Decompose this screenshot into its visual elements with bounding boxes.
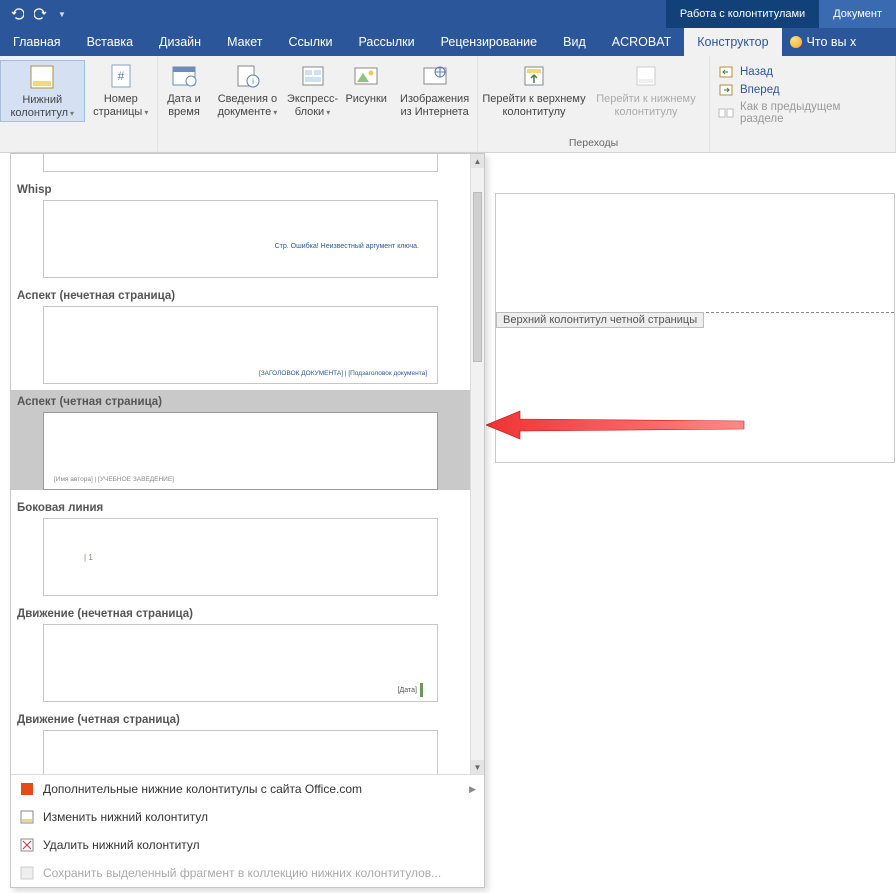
gallery-item-preview: | 1	[43, 518, 438, 596]
goto-footer-button[interactable]: Перейти к нижнему колонтитулу	[590, 60, 702, 120]
gallery-item[interactable]: Движение (четная страница)[Дата]	[11, 708, 470, 774]
gallery-footer: Дополнительные нижние колонтитулы с сайт…	[11, 774, 484, 887]
tab-home[interactable]: Главная	[0, 28, 74, 56]
tab-references[interactable]: Ссылки	[275, 28, 345, 56]
gallery-item[interactable]: Аспект (четная страница)[Имя автора] | […	[11, 390, 470, 490]
header-label: Верхний колонтитул четной страницы	[496, 312, 704, 328]
document-page: Верхний колонтитул четной страницы	[495, 193, 895, 463]
titlebar: ▼ Работа с колонтитулами Документ	[0, 0, 896, 28]
svg-text:#: #	[117, 69, 124, 83]
delete-footer-icon	[19, 837, 35, 853]
tab-insert[interactable]: Вставка	[74, 28, 146, 56]
tab-acrobat[interactable]: ACROBAT	[599, 28, 685, 56]
page-number-button[interactable]: # Номер страницы▾	[85, 60, 157, 120]
gallery-item-title: Аспект (четная страница)	[13, 390, 468, 412]
gallery-item[interactable]: Аспект (нечетная страница)[ЗАГОЛОВОК ДОК…	[11, 284, 470, 384]
gallery-item-preview: [Дата]	[43, 730, 438, 774]
gallery-item[interactable]: WhispСтр. Ошибка! Неизвестный аргумент к…	[11, 178, 470, 278]
qat-dropdown-icon[interactable]: ▼	[58, 10, 66, 19]
edit-footer[interactable]: Изменить нижний колонтитул	[11, 803, 484, 831]
gallery-item-title: Whisp	[13, 178, 468, 200]
gallery-item-preview: [Имя автора] | [УЧЕБНОЕ ЗАВЕДЕНИЕ]	[43, 412, 438, 490]
gallery-item-title: Движение (нечетная страница)	[13, 602, 468, 624]
footer-icon	[26, 63, 58, 91]
back-icon	[718, 65, 734, 79]
gallery-item-title: Аспект (нечетная страница)	[13, 284, 468, 306]
save-icon	[19, 865, 35, 881]
gallery-item-title: Боковая линия	[13, 496, 468, 518]
ribbon-tabs: Главная Вставка Дизайн Макет Ссылки Расс…	[0, 28, 896, 56]
footer-gallery: WhispСтр. Ошибка! Неизвестный аргумент к…	[10, 153, 485, 888]
goto-footer-icon	[630, 62, 662, 90]
tab-constructor[interactable]: Конструктор	[684, 28, 781, 56]
page-number-icon: #	[105, 62, 137, 90]
delete-footer[interactable]: Удалить нижний колонтитул	[11, 831, 484, 859]
as-previous-button: Как в предыдущем разделе	[716, 100, 889, 126]
workspace: Верхний колонтитул четной страницы Whisp…	[0, 153, 896, 893]
nav-forward-button[interactable]: Вперед	[716, 82, 889, 98]
footer-button[interactable]: Нижний колонтитул▾	[0, 60, 85, 122]
link-icon	[718, 106, 734, 120]
scroll-thumb[interactable]	[473, 192, 482, 362]
office-icon	[19, 781, 35, 797]
goto-header-button[interactable]: Перейти к верхнему колонтитулу	[478, 60, 590, 120]
redo-icon[interactable]	[34, 7, 48, 21]
gallery-item[interactable]: Боковая линия| 1	[11, 496, 470, 596]
gallery-item-title: Движение (четная страница)	[13, 708, 468, 730]
doc-info-icon: i	[231, 62, 263, 90]
pictures-button[interactable]: Рисунки	[340, 60, 392, 108]
bulb-icon	[790, 36, 802, 48]
date-time-button[interactable]: Дата и время	[158, 60, 210, 120]
chevron-right-icon: ▶	[469, 784, 476, 795]
scroll-down-icon[interactable]: ▼	[471, 760, 484, 774]
tab-mailings[interactable]: Рассылки	[345, 28, 427, 56]
forward-icon	[718, 83, 734, 97]
ribbon: Нижний колонтитул▾ # Номер страницы▾ Дат…	[0, 56, 896, 153]
scroll-up-icon[interactable]: ▲	[471, 154, 484, 168]
nav-group-label: Переходы	[478, 135, 709, 152]
document-tab: Документ	[819, 0, 896, 28]
more-footers-online[interactable]: Дополнительные нижние колонтитулы с сайт…	[11, 775, 484, 803]
contextual-tab-header-footer: Работа с колонтитулами	[666, 0, 819, 28]
goto-header-icon	[518, 62, 550, 90]
calendar-icon	[168, 62, 200, 90]
gallery-item[interactable]: Движение (нечетная страница)[Дата]	[11, 602, 470, 702]
online-pictures-button[interactable]: Изображения из Интернета	[392, 60, 477, 120]
gallery-item-preview: Стр. Ошибка! Неизвестный аргумент ключа.	[43, 200, 438, 278]
svg-text:i: i	[253, 77, 255, 86]
gallery-scrollbar[interactable]: ▲ ▼	[470, 154, 484, 774]
quick-parts-button[interactable]: Экспресс-блоки▾	[285, 60, 340, 120]
quick-parts-icon	[297, 62, 329, 90]
save-selection-to-gallery: Сохранить выделенный фрагмент в коллекци…	[11, 859, 484, 887]
tab-review[interactable]: Рецензирование	[428, 28, 551, 56]
nav-back-button[interactable]: Назад	[716, 64, 889, 80]
edit-footer-icon	[19, 809, 35, 825]
undo-icon[interactable]	[10, 7, 24, 21]
tab-layout[interactable]: Макет	[214, 28, 275, 56]
tell-me-label: Что вы х	[807, 35, 857, 49]
gallery-item-preview: [Дата]	[43, 624, 438, 702]
gallery-item-preview: [ЗАГОЛОВОК ДОКУМЕНТА] | [Подзаголовок до…	[43, 306, 438, 384]
tab-design[interactable]: Дизайн	[146, 28, 214, 56]
online-pictures-icon	[419, 62, 451, 90]
tab-view[interactable]: Вид	[550, 28, 599, 56]
doc-info-button[interactable]: i Сведения о документе▾	[210, 60, 285, 120]
tell-me[interactable]: Что вы х	[782, 28, 865, 56]
pictures-icon	[350, 62, 382, 90]
